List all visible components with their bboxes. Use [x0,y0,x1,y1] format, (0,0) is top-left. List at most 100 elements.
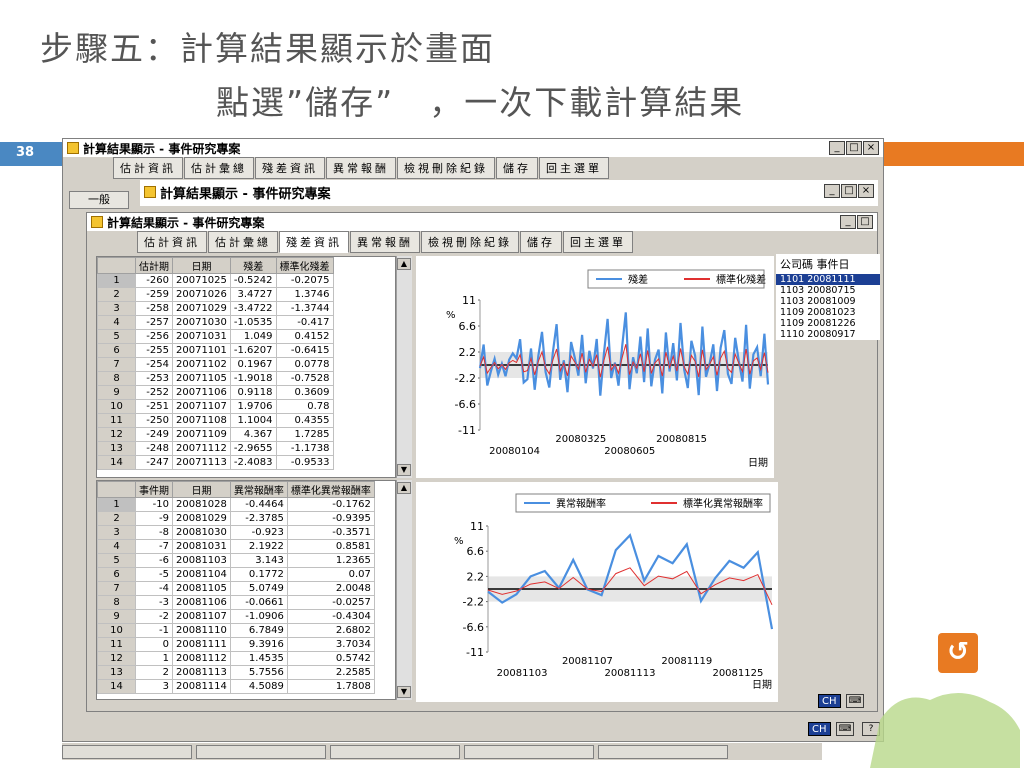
x-tick-label: 20081107 [562,656,613,667]
table-row[interactable]: 6 -255 20071101 -1.6207 -0.6415 [97,343,334,358]
company-list-item[interactable]: 1109 20081226 [776,318,880,329]
minimize-button[interactable]: _ [829,141,845,155]
table-row[interactable]: 1 -260 20071025 -0.5242 -0.2075 [97,273,334,288]
menu-item-5[interactable]: 儲存 [496,157,538,179]
abnormal-table-scrollbar[interactable]: ▲ ▼ [396,480,412,700]
slide-title-line2: 點選”儲存” ，一次下載計算結果 [216,83,745,122]
row-number: 3 [97,525,136,540]
menu-item-1[interactable]: 估計彙總 [208,231,278,253]
table-row[interactable]: 7 -254 20071102 0.1967 0.0778 [97,357,334,372]
table-row[interactable]: 8 -253 20071105 -1.9018 -0.7528 [97,371,334,386]
table-row[interactable]: 14 3 20081114 4.5089 1.7808 [97,679,375,694]
table-cell: 3.7034 [286,637,375,652]
y-tick-label: -2.2 [455,372,476,385]
menu-item-4[interactable]: 檢視刪除紀錄 [421,231,519,253]
company-list-item[interactable]: 1103 20081009 [776,296,880,307]
taskbar-item[interactable] [196,744,326,759]
table-row[interactable]: 6 -5 20081104 0.1772 0.07 [97,567,375,582]
close-button[interactable]: × [858,184,874,198]
scroll-down-arrow[interactable]: ▼ [397,686,411,698]
minimize-button[interactable]: _ [840,215,856,229]
menu-item-6[interactable]: 回主選單 [563,231,633,253]
maximize-button[interactable]: □ [841,184,857,198]
keyboard-icon[interactable]: ⌨ [846,694,864,708]
table-row[interactable]: 3 -258 20071029 -3.4722 -1.3744 [97,301,334,316]
residual-data-table: 估計期 日期 殘差 標準化殘差 1 -260 20071025 -0.5242 -0.2075 2… [97,257,334,470]
taskbar-item[interactable] [598,744,728,759]
legend-label: 異常報酬率 [556,497,606,510]
menu-item-5[interactable]: 儲存 [520,231,562,253]
table-cell: 2.2585 [286,665,375,680]
residual-table-scrollbar[interactable]: ▲ ▼ [396,256,412,478]
y-tick-label: -11 [458,424,476,437]
table-row[interactable]: 10 -251 20071107 1.9706 0.78 [97,399,334,414]
table-cell: -258 [135,301,173,316]
scroll-up-arrow[interactable]: ▲ [397,482,411,494]
scroll-down-arrow[interactable]: ▼ [397,464,411,476]
table-cell: 20071107 [172,399,231,414]
menu-item-0[interactable]: 估計資訊 [113,157,183,179]
table-cell: -0.0257 [286,595,375,610]
inner-menu-bar: 估計資訊 估計彙總 殘差資訊 異常報酬 檢視刪除紀錄 儲存 回主選單 [87,231,877,253]
table-row[interactable]: 1 -10 20081028 -0.4464 -0.1762 [97,497,375,512]
table-row[interactable]: 7 -4 20081105 5.0749 2.0048 [97,581,375,596]
table-row[interactable]: 5 -256 20071031 1.049 0.4152 [97,329,334,344]
table-cell: -248 [135,441,173,456]
scroll-up-arrow[interactable]: ▲ [397,258,411,270]
table-cell: 0.78 [275,399,334,414]
y-tick-label: 2.2 [459,346,477,359]
menu-item-4[interactable]: 檢視刪除紀錄 [397,157,495,179]
table-row[interactable]: 12 1 20081112 1.4535 0.5742 [97,651,375,666]
menu-item-1[interactable]: 估計彙總 [184,157,254,179]
minimize-button[interactable]: _ [824,184,840,198]
taskbar-item[interactable] [62,744,192,759]
table-row[interactable]: 13 2 20081113 5.7556 2.2585 [97,665,375,680]
company-list-item[interactable]: 1109 20081023 [776,307,880,318]
menu-item-3[interactable]: 異常報酬 [326,157,396,179]
outer-menu-bar: 估計資訊 估計彙總 殘差資訊 異常報酬 檢視刪除紀錄 儲存 回主選單 [63,157,883,179]
close-button[interactable]: × [863,141,879,155]
table-row[interactable]: 9 -252 20071106 0.9118 0.3609 [97,385,334,400]
app-icon [144,186,156,198]
table-cell: 0.3609 [275,385,334,400]
company-list-item[interactable]: 1103 20080715 [776,285,880,296]
table-row[interactable]: 9 -2 20081107 -1.0906 -0.4304 [97,609,375,624]
menu-item-2[interactable]: 殘差資訊 [279,231,349,253]
table-row[interactable]: 3 -8 20081030 -0.923 -0.3571 [97,525,375,540]
table-row[interactable]: 13 -248 20071112 -2.9655 -1.1738 [97,441,334,456]
ime-indicator-2[interactable]: CH [808,722,831,736]
ime-indicator[interactable]: CH [818,694,841,708]
table-row[interactable]: 5 -6 20081103 3.143 1.2365 [97,553,375,568]
table-row[interactable]: 8 -3 20081106 -0.0661 -0.0257 [97,595,375,610]
table-row[interactable]: 4 -257 20071030 -1.0535 -0.417 [97,315,334,330]
table-cell: 20081112 [172,651,231,666]
maximize-button[interactable]: □ [846,141,862,155]
slide-number: 38 [16,145,35,160]
row-number: 3 [97,301,136,316]
table-row[interactable]: 12 -249 20071109 4.367 1.7285 [97,427,334,442]
table-cell: 20081104 [172,567,231,582]
maximize-button[interactable]: □ [857,215,873,229]
table-row[interactable]: 14 -247 20071113 -2.4083 -0.9533 [97,455,334,470]
keyboard-icon[interactable]: ⌨ [836,722,854,736]
table-cell: 20081030 [172,525,231,540]
table-row[interactable]: 11 0 20081111 9.3916 3.7034 [97,637,375,652]
return-arrow-icon[interactable]: ↺ [938,633,978,673]
table-row[interactable]: 4 -7 20081031 2.1922 0.8581 [97,539,375,554]
menu-item-0[interactable]: 估計資訊 [137,231,207,253]
table-row[interactable]: 2 -259 20071026 3.4727 1.3746 [97,287,334,302]
table-row[interactable]: 11 -250 20071108 1.1004 0.4355 [97,413,334,428]
row-number: 2 [97,287,136,302]
table-cell: -0.1762 [286,497,375,512]
tab-general[interactable]: 一般 [69,191,129,209]
row-number: 11 [97,637,136,652]
company-list-item[interactable]: 1110 20080917 [776,329,880,340]
menu-item-6[interactable]: 回主選單 [539,157,609,179]
table-row[interactable]: 2 -9 20081029 -2.3785 -0.9395 [97,511,375,526]
taskbar-item[interactable] [464,744,594,759]
menu-item-2[interactable]: 殘差資訊 [255,157,325,179]
taskbar-item[interactable] [330,744,460,759]
company-list-item[interactable]: 1101 20081111 [776,274,880,285]
table-row[interactable]: 10 -1 20081110 6.7849 2.6802 [97,623,375,638]
menu-item-3[interactable]: 異常報酬 [350,231,420,253]
